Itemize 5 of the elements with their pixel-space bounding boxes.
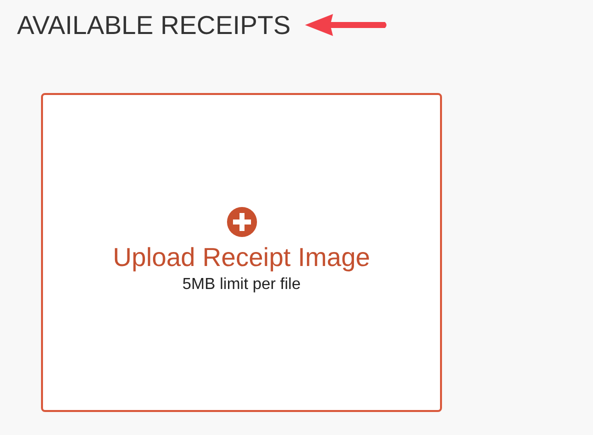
upload-title: Upload Receipt Image	[112, 241, 370, 273]
upload-card[interactable]: Upload Receipt Image 5MB limit per file	[41, 93, 442, 412]
upload-note: 5MB limit per file	[182, 275, 301, 295]
add-icon	[226, 207, 256, 237]
page-heading: AVAILABLE RECEIPTS	[17, 9, 291, 42]
